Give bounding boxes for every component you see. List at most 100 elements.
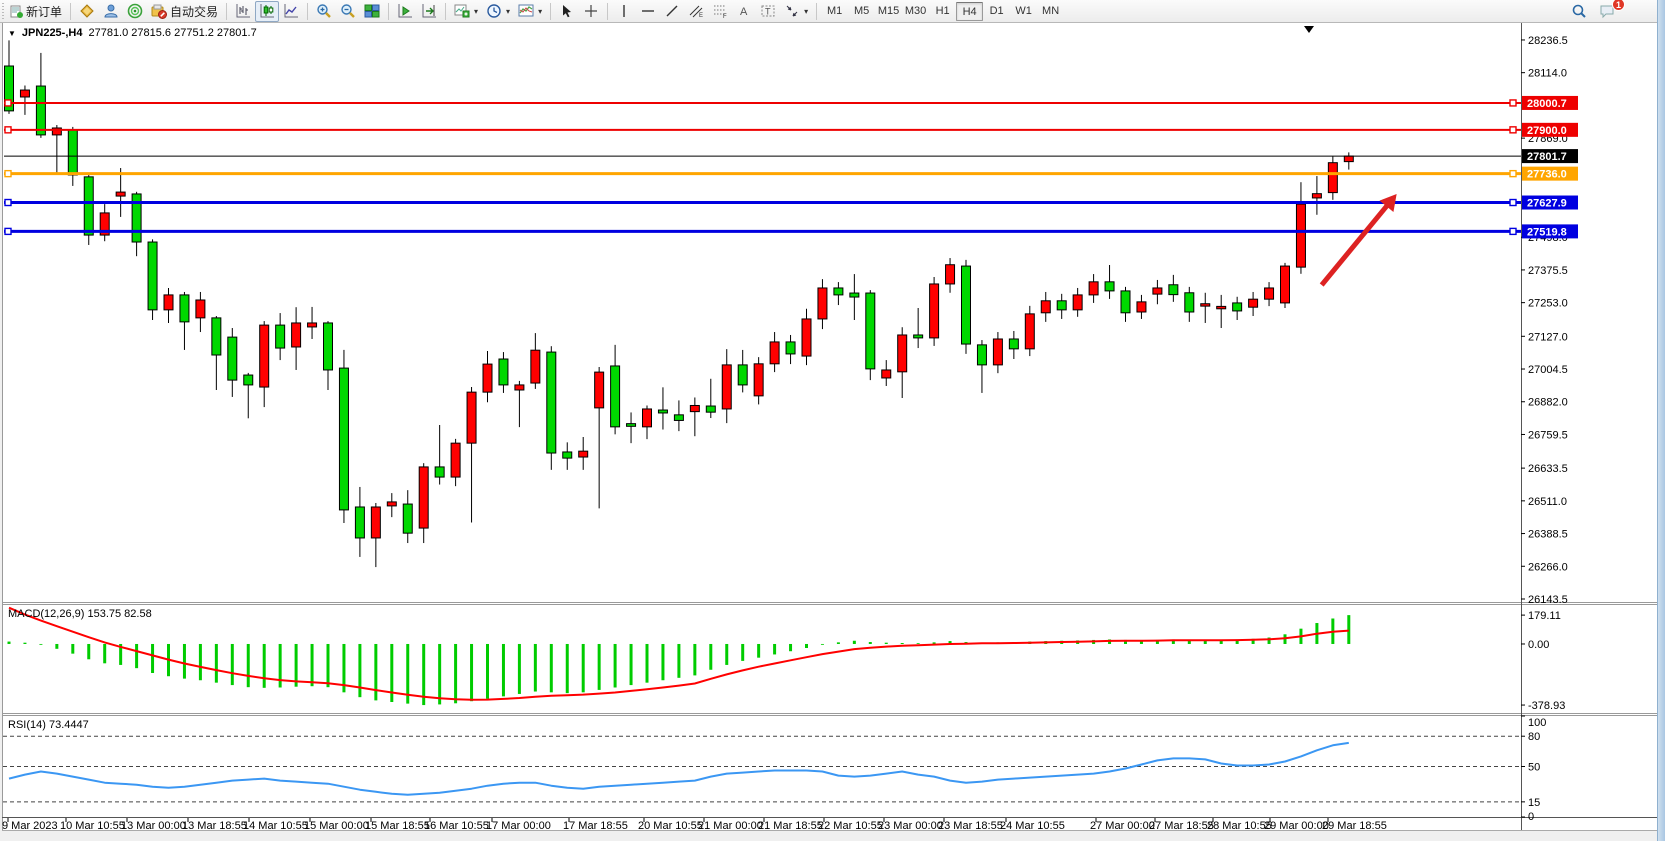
zoom-in-icon (316, 3, 332, 19)
auto-trading-icon (151, 3, 167, 19)
svg-text:27127.0: 27127.0 (1528, 331, 1568, 343)
cursor-button[interactable] (555, 1, 579, 22)
auto-trading-button[interactable]: 自动交易 (147, 1, 222, 22)
separator (70, 3, 71, 20)
fibonacci-button[interactable]: F (708, 1, 732, 22)
new-chart-dropdown[interactable]: ▾ (450, 1, 482, 22)
caret-down-icon: ▾ (506, 7, 510, 16)
search-button[interactable] (1567, 1, 1591, 22)
svg-text:T: T (765, 7, 771, 17)
vertical-line-icon (616, 3, 632, 19)
window-right-edge (1657, 0, 1665, 841)
separator (445, 3, 446, 20)
svg-text:27736.0: 27736.0 (1527, 169, 1567, 181)
separator (607, 3, 608, 20)
svg-text:27519.8: 27519.8 (1527, 226, 1567, 238)
svg-text:27 Mar 00:00: 27 Mar 00:00 (1090, 820, 1155, 832)
svg-text:26388.5: 26388.5 (1528, 529, 1568, 541)
timeframe-h4[interactable]: H4 (956, 2, 983, 21)
svg-text:26882.0: 26882.0 (1528, 397, 1568, 409)
zoom-out-button[interactable] (336, 1, 360, 22)
chart-shift-button[interactable] (417, 1, 441, 22)
bar-chart-icon (235, 3, 251, 19)
svg-text:A: A (740, 6, 748, 18)
svg-text:E: E (699, 13, 703, 19)
vertical-line-button[interactable] (612, 1, 636, 22)
svg-text:27627.9: 27627.9 (1527, 198, 1567, 210)
svg-text:27004.5: 27004.5 (1528, 364, 1568, 376)
svg-text:21 Mar 00:00: 21 Mar 00:00 (698, 820, 763, 832)
mt4-terminal: { "toolbar": { "new_order_label": "新订单",… (0, 0, 1665, 841)
new-chart-icon (454, 3, 470, 19)
channel-button[interactable]: E (684, 1, 708, 22)
candle-chart-button[interactable] (255, 1, 279, 22)
market-watch-button[interactable] (75, 1, 99, 22)
svg-text:26511.0: 26511.0 (1528, 496, 1567, 508)
svg-text:24 Mar 10:55: 24 Mar 10:55 (1000, 820, 1065, 832)
profile-button[interactable] (99, 1, 123, 22)
svg-text:10 Mar 10:55: 10 Mar 10:55 (60, 820, 125, 832)
svg-text:17 Mar 00:00: 17 Mar 00:00 (486, 820, 551, 832)
svg-text:80: 80 (1528, 731, 1540, 743)
auto-scroll-icon (397, 3, 413, 19)
svg-text:20 Mar 10:55: 20 Mar 10:55 (638, 820, 703, 832)
svg-text:27253.0: 27253.0 (1528, 298, 1568, 310)
caret-down-icon: ▾ (538, 7, 542, 16)
timeframe-m5[interactable]: M5 (848, 2, 875, 21)
svg-text:179.11: 179.11 (1528, 610, 1561, 622)
text-label-button[interactable]: T (756, 1, 780, 22)
new-order-icon (10, 5, 23, 18)
svg-text:27900.0: 27900.0 (1527, 125, 1567, 137)
svg-text:28000.7: 28000.7 (1527, 98, 1567, 110)
svg-text:F: F (723, 14, 727, 19)
svg-text:28236.5: 28236.5 (1528, 35, 1568, 47)
svg-text:-378.93: -378.93 (1528, 700, 1565, 712)
horizontal-line-icon (640, 3, 656, 19)
text-button[interactable]: A (732, 1, 756, 22)
separator (388, 3, 389, 20)
svg-text:26633.5: 26633.5 (1528, 463, 1568, 475)
svg-text:0.00: 0.00 (1528, 639, 1549, 651)
tile-windows-button[interactable] (360, 1, 384, 22)
notifications-button[interactable]: 1 (1595, 1, 1619, 22)
separator (816, 3, 817, 20)
notification-badge: 1 (1612, 0, 1625, 11)
svg-text:27375.5: 27375.5 (1528, 265, 1568, 277)
timeframe-d1[interactable]: D1 (983, 2, 1010, 21)
svg-text:15 Mar 18:55: 15 Mar 18:55 (365, 820, 430, 832)
svg-text:100: 100 (1528, 717, 1546, 729)
caret-down-icon: ▾ (804, 7, 808, 16)
auto-trading-label: 自动交易 (170, 3, 218, 20)
svg-text:27801.7: 27801.7 (1527, 151, 1567, 163)
timeframe-h1[interactable]: H1 (929, 2, 956, 21)
auto-scroll-button[interactable] (393, 1, 417, 22)
profile-icon (103, 3, 119, 19)
horizontal-line-button[interactable] (636, 1, 660, 22)
signals-button[interactable] (123, 1, 147, 22)
tile-windows-icon (364, 3, 380, 19)
template-dropdown[interactable]: ▾ (514, 1, 546, 22)
svg-text:29 Mar 00:00: 29 Mar 00:00 (1264, 820, 1329, 832)
timeframe-w1[interactable]: W1 (1010, 2, 1037, 21)
timeframe-mn[interactable]: MN (1037, 2, 1064, 21)
timeframe-m1[interactable]: M1 (821, 2, 848, 21)
chart-canvas[interactable]: 28236.528114.027869.027498.027375.527253… (0, 23, 1665, 841)
zoom-in-button[interactable] (312, 1, 336, 22)
svg-text:29 Mar 18:55: 29 Mar 18:55 (1322, 820, 1387, 832)
zoom-out-icon (340, 3, 356, 19)
crosshair-button[interactable] (579, 1, 603, 22)
svg-text:17 Mar 18:55: 17 Mar 18:55 (563, 820, 628, 832)
line-chart-button[interactable] (279, 1, 303, 22)
svg-text:26759.5: 26759.5 (1528, 429, 1568, 441)
bar-chart-button[interactable] (231, 1, 255, 22)
svg-text:22 Mar 10:55: 22 Mar 10:55 (818, 820, 883, 832)
period-dropdown[interactable]: ▾ (482, 1, 514, 22)
timeframe-m15[interactable]: M15 (875, 2, 902, 21)
chart-window: 28236.528114.027869.027498.027375.527253… (0, 23, 1665, 841)
timeframe-m30[interactable]: M30 (902, 2, 929, 21)
arrows-dropdown[interactable]: ▾ (780, 1, 812, 22)
trendline-button[interactable] (660, 1, 684, 22)
new-order-button[interactable]: 新订单 (6, 1, 66, 22)
new-order-label: 新订单 (26, 3, 62, 20)
svg-text:23 Mar 18:55: 23 Mar 18:55 (938, 820, 1003, 832)
